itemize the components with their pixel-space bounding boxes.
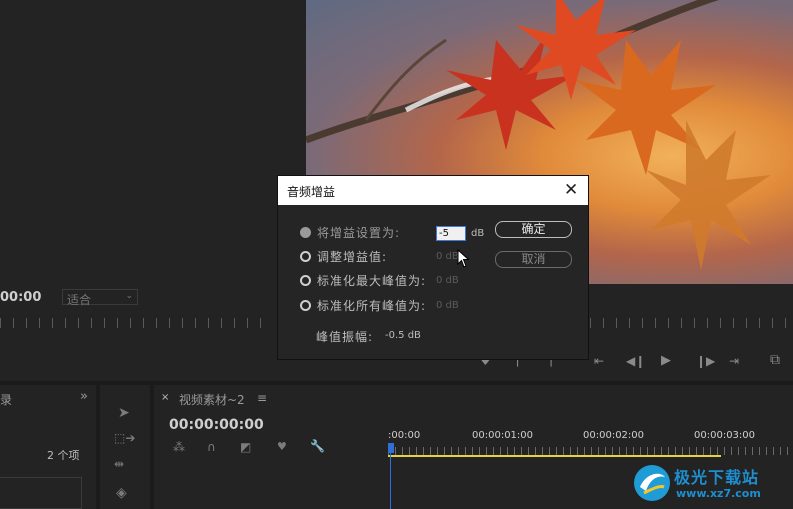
monitor-time-ruler[interactable]: [0, 318, 270, 328]
set-gain-unit: dB: [471, 228, 485, 239]
ruler-time-label: 00:00:01:00: [472, 430, 534, 441]
project-tab-label[interactable]: 录: [0, 391, 12, 408]
normalize-max-peak-label: 标准化最大峰值为:: [317, 274, 427, 288]
adjust-gain-radio[interactable]: [300, 251, 311, 262]
timeline-tab-close-icon[interactable]: ×: [161, 392, 169, 403]
close-icon[interactable]: ✕: [564, 180, 578, 200]
dialog-titlebar[interactable]: 音频增益 ✕: [278, 176, 588, 205]
normalize-all-peaks-radio[interactable]: [300, 300, 311, 311]
cancel-button[interactable]: 取消: [495, 251, 572, 268]
audio-gain-dialog: 音频增益 ✕ 将增益设置为: -5 dB 调整增益值: 0 dB 标准化最大峰值…: [278, 176, 588, 359]
razor-tool-icon[interactable]: ◈: [116, 485, 127, 501]
track-select-tool-icon[interactable]: ⬚➔: [114, 431, 135, 445]
normalize-all-peaks-value[interactable]: 0 dB: [436, 300, 459, 311]
watermark-name: 极光下载站: [674, 468, 760, 487]
normalize-max-peak-radio[interactable]: [300, 275, 311, 286]
site-watermark: 极光下载站 www.xz7.com: [632, 459, 787, 507]
project-panel: 录 » 2 个项: [0, 385, 96, 509]
timeline-tab-label[interactable]: 视频素材~2: [179, 391, 245, 408]
set-gain-value: -5: [439, 228, 449, 239]
ruler-time-label: :00:00: [388, 430, 421, 441]
set-gain-input[interactable]: -5: [436, 226, 466, 241]
watermark-logo-icon: [634, 465, 670, 501]
mouse-cursor-icon: [457, 249, 470, 268]
ripple-edit-tool-icon[interactable]: ⇹: [114, 457, 124, 471]
ruler-time-label: 00:00:02:00: [583, 430, 645, 441]
go-to-out-icon[interactable]: ⇥: [729, 354, 739, 368]
adjust-gain-value[interactable]: 0 dB: [436, 251, 459, 262]
ok-button[interactable]: 确定: [495, 221, 572, 238]
timeline-timecode[interactable]: 00:00:00:00: [169, 417, 264, 433]
program-monitor-empty-area: [0, 0, 306, 284]
fit-zoom-select[interactable]: 适合 ⌄: [62, 289, 138, 307]
set-gain-radio[interactable]: [300, 227, 311, 238]
panel-expand-icon[interactable]: »: [80, 389, 88, 404]
play-icon[interactable]: ▶: [661, 353, 671, 368]
fit-zoom-value: 适合: [67, 293, 92, 307]
normalize-max-peak-value[interactable]: 0 dB: [436, 275, 459, 286]
dialog-title: 音频增益: [287, 185, 336, 199]
step-back-icon[interactable]: ◀❙: [626, 354, 645, 368]
set-gain-label: 将增益设置为:: [317, 226, 401, 240]
playhead-line: [390, 453, 391, 509]
snap-magnet-icon[interactable]: ∩: [207, 440, 216, 454]
peak-amplitude-label: 峰值振幅:: [316, 330, 374, 344]
ruler-ticks: [388, 447, 793, 455]
playhead-handle[interactable]: [388, 443, 394, 453]
timeline-settings-wrench-icon[interactable]: 🔧: [310, 439, 325, 453]
normalize-all-peaks-label: 标准化所有峰值为:: [317, 299, 427, 313]
export-frame-icon[interactable]: ⧉: [770, 352, 780, 368]
item-count-label: 2 个项: [47, 449, 80, 462]
project-item-thumbnail[interactable]: [0, 477, 82, 509]
adjust-gain-label: 调整增益值:: [317, 250, 388, 264]
work-area-bar[interactable]: [388, 455, 721, 457]
go-to-in-icon[interactable]: ⇤: [594, 354, 604, 368]
watermark-url: www.xz7.com: [676, 487, 761, 500]
nest-sequence-icon[interactable]: ⁂: [173, 440, 185, 454]
monitor-timecode[interactable]: 00:00: [0, 290, 41, 305]
ruler-time-label: 00:00:03:00: [694, 430, 756, 441]
peak-amplitude-value: -0.5 dB: [385, 330, 421, 341]
linked-selection-icon[interactable]: ◩: [240, 440, 251, 454]
panel-menu-icon[interactable]: ≡: [257, 391, 267, 405]
add-marker-icon[interactable]: ♥: [277, 440, 287, 453]
tools-panel: ➤ ⬚➔ ⇹ ◈: [100, 385, 150, 509]
monitor-time-ruler-right[interactable]: [590, 318, 793, 328]
step-forward-icon[interactable]: ❙▶: [696, 354, 715, 368]
selection-tool-icon[interactable]: ➤: [118, 405, 130, 421]
chevron-down-icon: ⌄: [125, 291, 133, 301]
